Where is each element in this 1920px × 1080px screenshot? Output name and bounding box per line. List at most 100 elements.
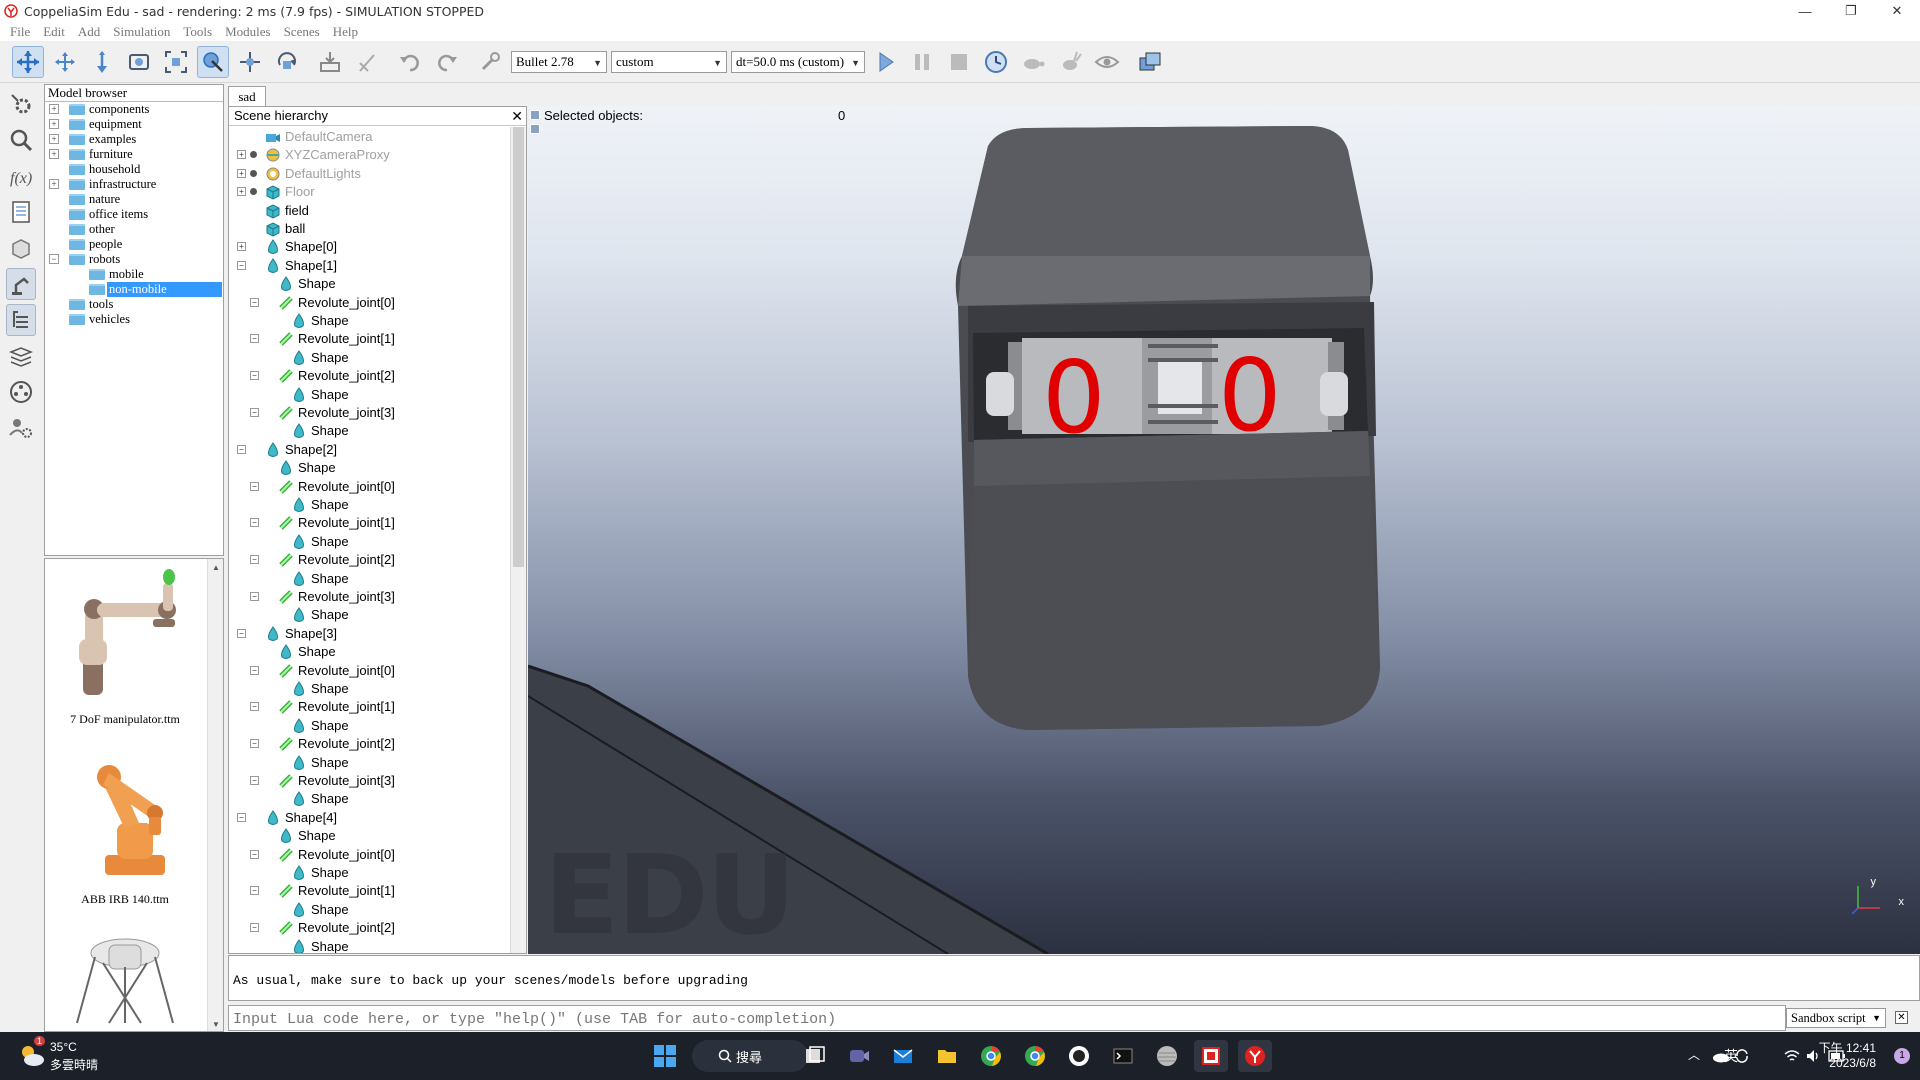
hierarchy-item[interactable]: Shape — [229, 680, 511, 698]
collapse-icon[interactable]: − — [237, 628, 246, 638]
taskbar-teams[interactable] — [842, 1040, 876, 1072]
hierarchy-item[interactable]: Shape — [229, 533, 511, 551]
taskbar-chrome-1[interactable] — [974, 1040, 1008, 1072]
menu-add[interactable]: Add — [78, 24, 100, 40]
hierarchy-item[interactable]: − Shape[4] — [229, 809, 511, 827]
hierarchy-item[interactable]: Shape — [229, 717, 511, 735]
hierarchy-item[interactable]: − Shape[2] — [229, 441, 511, 459]
object-shift-button[interactable] — [234, 46, 266, 78]
collapse-icon[interactable]: − — [250, 886, 259, 896]
properties-button[interactable] — [6, 196, 36, 228]
taskbar-task-view[interactable] — [798, 1040, 832, 1072]
collapse-icon[interactable]: − — [49, 254, 59, 264]
collapse-icon[interactable]: − — [237, 260, 246, 270]
model-folder-examples[interactable]: + examples — [45, 132, 223, 147]
notification-badge[interactable]: 1 — [1894, 1048, 1910, 1064]
collapse-icon[interactable]: − — [250, 408, 259, 417]
model-folder-robots[interactable]: − robots — [45, 252, 223, 267]
timestep-select[interactable]: dt=50.0 ms (custom) ▼ — [731, 50, 865, 73]
camera-shift-button[interactable] — [86, 46, 118, 78]
assemble-button[interactable] — [314, 46, 346, 78]
speed-up-button[interactable] — [1054, 46, 1086, 78]
maximize-button[interactable]: ❐ — [1828, 0, 1874, 22]
hierarchy-item[interactable]: − Revolute_joint[1] — [229, 698, 511, 716]
model-folder-household[interactable]: household — [45, 162, 223, 177]
taskbar-file-explorer[interactable] — [930, 1040, 964, 1072]
collapse-icon[interactable]: − — [250, 518, 259, 528]
model-folder-tools[interactable]: tools — [45, 297, 223, 312]
model-folder-components[interactable]: + components — [45, 102, 223, 117]
expand-icon[interactable]: + — [49, 134, 59, 144]
menu-file[interactable]: File — [10, 24, 30, 40]
undo-button[interactable] — [394, 46, 426, 78]
transfer-dna-button[interactable] — [351, 46, 383, 78]
model-thumbnail[interactable]: ABB IRB 140.ttm — [45, 743, 205, 913]
fit-to-view-button[interactable] — [160, 46, 192, 78]
realtime-mode-button[interactable] — [980, 46, 1012, 78]
wifi-icon[interactable] — [1784, 1049, 1800, 1063]
hierarchy-item[interactable]: Shape — [229, 827, 511, 845]
tray-overflow-icon[interactable]: ︿ — [1688, 1046, 1700, 1063]
hierarchy-item[interactable]: + Floor — [229, 183, 511, 201]
collapse-icon[interactable]: − — [237, 812, 246, 822]
collapse-icon[interactable]: − — [250, 371, 259, 381]
hierarchy-item[interactable]: Shape — [229, 643, 511, 661]
hierarchy-item[interactable]: − Revolute_joint[0] — [229, 662, 511, 680]
collapse-icon[interactable]: − — [250, 776, 259, 785]
collapse-icon[interactable]: − — [250, 923, 259, 933]
model-thumbnail[interactable] — [45, 923, 205, 1031]
model-folder-equipment[interactable]: + equipment — [45, 117, 223, 132]
scene-viewport[interactable]: Selected objects: 0 0 0 EDU y x — [528, 106, 1920, 954]
hierarchy-item[interactable]: − Revolute_joint[1] — [229, 882, 511, 900]
hierarchy-item[interactable]: Shape — [229, 349, 511, 367]
script-selector[interactable]: Sandbox script ▼ — [1786, 1008, 1886, 1028]
collapse-icon[interactable]: − — [250, 592, 259, 601]
scene-hierarchy-toggle[interactable] — [6, 304, 36, 336]
menu-simulation[interactable]: Simulation — [113, 24, 170, 40]
redo-button[interactable] — [431, 46, 463, 78]
hierarchy-item[interactable]: − Revolute_joint[3] — [229, 404, 511, 422]
collapse-icon[interactable]: − — [250, 849, 259, 859]
user-settings-button[interactable] — [6, 412, 36, 444]
hierarchy-item[interactable]: − Revolute_joint[3] — [229, 588, 511, 606]
expand-icon[interactable]: + — [49, 179, 59, 189]
hierarchy-item[interactable]: Shape — [229, 754, 511, 772]
calculation-modules-button[interactable] — [6, 124, 36, 156]
model-folder-non-mobile[interactable]: non-mobile — [45, 282, 223, 297]
model-folder-mobile[interactable]: mobile — [45, 267, 223, 282]
collapse-icon[interactable]: − — [250, 702, 259, 712]
expand-icon[interactable]: + — [49, 104, 59, 114]
expand-icon[interactable]: + — [49, 119, 59, 129]
menu-edit[interactable]: Edit — [43, 24, 65, 40]
hierarchy-item[interactable]: − Revolute_joint[1] — [229, 330, 511, 348]
minimize-button[interactable]: — — [1782, 0, 1828, 22]
simulation-settings-button[interactable] — [6, 88, 36, 120]
scene-tab[interactable]: sad — [228, 86, 266, 106]
hierarchy-item[interactable]: Shape — [229, 386, 511, 404]
model-folder-other[interactable]: other — [45, 222, 223, 237]
hierarchy-item[interactable]: − Revolute_joint[3] — [229, 772, 511, 790]
start-button[interactable] — [648, 1040, 682, 1072]
scroll-down-arrow-icon[interactable]: ▼ — [212, 1020, 220, 1029]
model-browser-toggle[interactable] — [6, 268, 36, 300]
collapse-icon[interactable]: − — [250, 481, 259, 491]
menu-tools[interactable]: Tools — [183, 24, 212, 40]
pause-simulation-button[interactable] — [906, 46, 938, 78]
hierarchy-item[interactable]: Shape — [229, 901, 511, 919]
menu-scenes[interactable]: Scenes — [284, 24, 320, 40]
menu-modules[interactable]: Modules — [225, 24, 271, 40]
hierarchy-item[interactable]: Shape — [229, 938, 511, 953]
dynamics-toggle-button[interactable] — [474, 46, 506, 78]
scrollbar-thumb[interactable] — [513, 127, 524, 567]
hierarchy-item[interactable]: − Revolute_joint[2] — [229, 735, 511, 753]
physics-engine-select[interactable]: Bullet 2.78 ▼ — [511, 50, 607, 73]
expand-icon[interactable]: + — [237, 168, 246, 178]
hierarchy-item[interactable]: − Shape[1] — [229, 257, 511, 275]
object-rotate-button[interactable] — [271, 46, 303, 78]
taskbar-terminal[interactable] — [1106, 1040, 1140, 1072]
layers-button[interactable] — [6, 340, 36, 372]
collapse-icon[interactable]: − — [250, 555, 259, 565]
expand-icon[interactable]: + — [237, 242, 246, 252]
hierarchy-item[interactable]: + Shape[0] — [229, 238, 511, 256]
hierarchy-item[interactable]: − Revolute_joint[0] — [229, 478, 511, 496]
